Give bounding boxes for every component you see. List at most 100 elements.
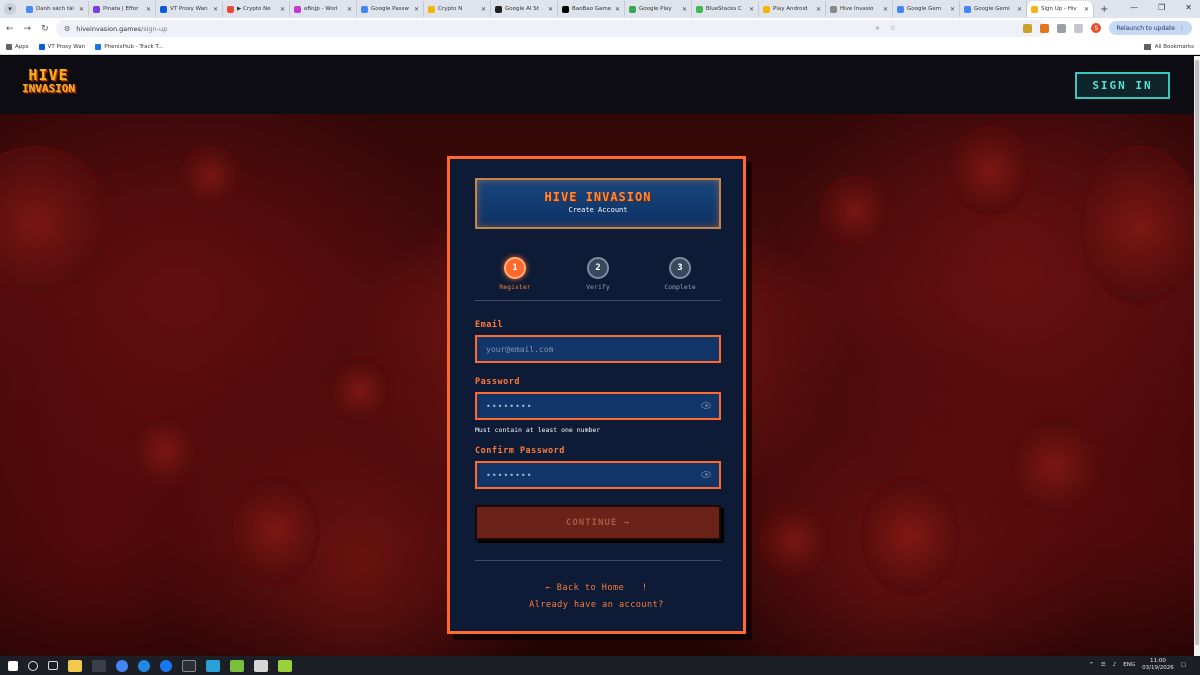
tab-favicon-icon bbox=[696, 5, 703, 13]
card-subtitle: Create Account bbox=[568, 206, 628, 214]
tab-close-icon[interactable]: ✕ bbox=[682, 6, 687, 13]
app-icon[interactable] bbox=[138, 659, 150, 672]
tab-close-icon[interactable]: ✕ bbox=[1017, 6, 1022, 13]
more-menu-icon: ⋮ bbox=[1179, 24, 1185, 32]
app-icon[interactable] bbox=[254, 659, 268, 672]
profile-avatar[interactable]: S bbox=[1091, 23, 1102, 33]
metamask-icon[interactable] bbox=[1040, 23, 1050, 33]
tab-favicon-icon bbox=[93, 5, 100, 13]
new-tab-button[interactable]: + bbox=[1100, 4, 1108, 15]
address-bar[interactable]: ⚙ hiveinvasion.games /sign-up ⌕ ☆ bbox=[56, 20, 1046, 37]
terminal-icon[interactable] bbox=[182, 659, 196, 672]
tab-close-icon[interactable]: ✕ bbox=[481, 6, 486, 13]
browser-tab[interactable]: Danh sách tài ✕ bbox=[22, 1, 89, 17]
browser-tab[interactable]: BaoBao Game ✕ bbox=[558, 1, 625, 17]
relaunch-label: Relaunch to update bbox=[1116, 24, 1175, 32]
maximize-icon[interactable]: ❐ bbox=[1158, 3, 1165, 12]
browser-tab[interactable]: Google Gem ✕ bbox=[893, 1, 960, 17]
sign-in-button[interactable]: SIGN IN bbox=[1075, 72, 1170, 99]
tab-close-icon[interactable]: ✕ bbox=[79, 6, 84, 13]
volume-icon[interactable]: ♪ bbox=[1113, 662, 1117, 668]
tab-favicon-icon bbox=[361, 5, 368, 13]
browser-tab[interactable]: Crypto N ✕ bbox=[424, 1, 491, 17]
bookmark-star-icon[interactable]: ☆ bbox=[890, 24, 896, 33]
browser-tab[interactable]: Play Android ✕ bbox=[759, 1, 826, 17]
tab-close-icon[interactable]: ✕ bbox=[1084, 6, 1089, 13]
language-indicator[interactable]: ENG bbox=[1123, 662, 1135, 668]
windows-start-icon[interactable] bbox=[8, 660, 18, 671]
tab-favicon-icon bbox=[830, 5, 837, 13]
bluestacks-icon[interactable] bbox=[230, 659, 244, 672]
browser-tab[interactable]: VT Proxy Wan ✕ bbox=[156, 1, 223, 17]
browser-tab[interactable]: Google Passw ✕ bbox=[357, 1, 424, 17]
zoom-icon[interactable]: ⌕ bbox=[876, 24, 880, 33]
scrollbar-thumb[interactable] bbox=[1195, 60, 1199, 645]
site-info-icon[interactable]: ⚙ bbox=[64, 25, 70, 33]
chrome-icon[interactable] bbox=[116, 659, 128, 672]
tab-close-icon[interactable]: ✕ bbox=[749, 6, 754, 13]
task-view-icon[interactable] bbox=[48, 661, 58, 670]
step-number: 3 bbox=[669, 257, 691, 279]
relaunch-button[interactable]: Relaunch to update ⋮ bbox=[1109, 21, 1192, 35]
tab-title: Google AI St bbox=[505, 6, 539, 12]
tab-close-icon[interactable]: ✕ bbox=[548, 6, 553, 13]
back-to-home-link[interactable]: ← Back to Home bbox=[546, 583, 625, 593]
browser-tab[interactable]: ▶ Crypto Ne ✕ bbox=[223, 1, 290, 17]
tab-close-icon[interactable]: ✕ bbox=[950, 6, 955, 13]
browser-tab[interactable]: Hive Invasio ✕ bbox=[826, 1, 893, 17]
back-icon[interactable]: ← bbox=[6, 24, 14, 34]
notifications-icon[interactable]: ▢ bbox=[1181, 662, 1186, 668]
network-icon[interactable]: ☰ bbox=[1101, 662, 1106, 668]
tab-close-icon[interactable]: ✕ bbox=[280, 6, 285, 13]
page-scrollbar[interactable] bbox=[1194, 56, 1200, 656]
file-explorer-icon[interactable] bbox=[68, 659, 82, 672]
tab-close-icon[interactable]: ✕ bbox=[213, 6, 218, 13]
password-field[interactable]: •••••••• bbox=[475, 392, 721, 420]
extension-icon[interactable] bbox=[1023, 23, 1033, 33]
edge-icon[interactable] bbox=[206, 659, 220, 672]
forward-icon[interactable]: → bbox=[24, 24, 32, 34]
browser-tab[interactable]: Google Gemi ✕ bbox=[960, 1, 1027, 17]
bookmark-apps[interactable]: Apps bbox=[6, 44, 29, 50]
all-bookmarks[interactable]: All Bookmarks bbox=[1143, 44, 1194, 50]
tab-favicon-icon bbox=[964, 5, 971, 13]
bookmark-phenixhub[interactable]: PhenixHub - Track T... bbox=[95, 44, 163, 50]
email-field[interactable]: your@email.com bbox=[475, 335, 721, 363]
close-window-icon[interactable]: ✕ bbox=[1185, 3, 1192, 12]
bluestacks-icon[interactable] bbox=[278, 659, 292, 672]
tab-close-icon[interactable]: ✕ bbox=[816, 6, 821, 13]
page-content: HIVE INVASION SIGN IN HIVE INVASION Crea… bbox=[0, 56, 1194, 656]
site-header: HIVE INVASION SIGN IN bbox=[0, 56, 1194, 114]
app-icon[interactable] bbox=[92, 659, 106, 672]
tab-close-icon[interactable]: ✕ bbox=[414, 6, 419, 13]
tab-close-icon[interactable]: ✕ bbox=[146, 6, 151, 13]
split-view-icon[interactable] bbox=[1074, 23, 1084, 33]
background-pod bbox=[950, 126, 1030, 216]
show-password-eye-icon[interactable] bbox=[701, 402, 711, 409]
browser-tab[interactable]: Pinata | Effor ✕ bbox=[89, 1, 156, 17]
facebook-icon[interactable] bbox=[160, 659, 172, 672]
extensions-puzzle-icon[interactable] bbox=[1057, 23, 1067, 33]
browser-tab[interactable]: BlueStacks C ✕ bbox=[692, 1, 759, 17]
continue-button[interactable]: CONTINUE → bbox=[475, 505, 721, 540]
search-icon[interactable] bbox=[28, 660, 38, 671]
tab-close-icon[interactable]: ✕ bbox=[883, 6, 888, 13]
browser-tab[interactable]: Google Play ✕ bbox=[625, 1, 692, 17]
confirm-password-field[interactable]: •••••••• bbox=[475, 461, 721, 489]
browser-tab[interactable]: eBnJp - Worl ✕ bbox=[290, 1, 357, 17]
tab-search-icon[interactable]: ▾ bbox=[4, 3, 16, 15]
hive-invasion-logo[interactable]: HIVE INVASION bbox=[22, 68, 75, 96]
browser-tab[interactable]: Google AI St ✕ bbox=[491, 1, 558, 17]
clock-date: 03/19/2026 bbox=[1142, 665, 1174, 671]
tab-close-icon[interactable]: ✕ bbox=[615, 6, 620, 13]
bookmark-vt-proxy[interactable]: VT Proxy Wan bbox=[38, 44, 85, 50]
reload-icon[interactable]: ↻ bbox=[41, 24, 49, 34]
browser-tab[interactable]: Sign Up - Hiv ✕ bbox=[1027, 1, 1094, 17]
minimize-icon[interactable]: — bbox=[1130, 3, 1138, 12]
tray-chevron-icon[interactable]: ^ bbox=[1089, 662, 1094, 668]
tab-favicon-icon bbox=[227, 5, 234, 13]
tab-close-icon[interactable]: ✕ bbox=[347, 6, 352, 13]
show-confirm-password-eye-icon[interactable] bbox=[701, 471, 711, 478]
clock[interactable]: 11:00 03/19/2026 bbox=[1142, 658, 1174, 672]
already-have-account-link[interactable]: Already have an account? bbox=[450, 600, 743, 610]
